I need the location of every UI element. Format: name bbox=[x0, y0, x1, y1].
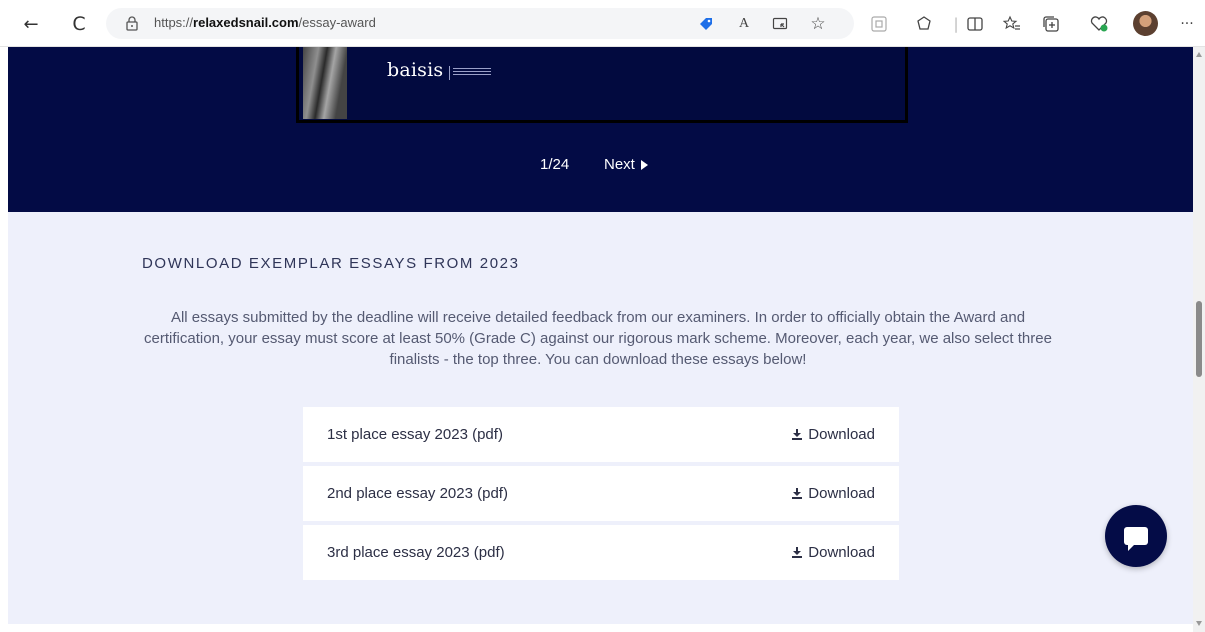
scroll-down-arrow-icon[interactable] bbox=[1196, 621, 1202, 626]
carousel-banner: baisis 1/24 Next bbox=[8, 47, 1193, 212]
carousel-slide[interactable]: baisis bbox=[296, 47, 908, 123]
download-link[interactable]: Download bbox=[792, 426, 875, 443]
extension-icon[interactable] bbox=[868, 13, 890, 35]
address-bar[interactable]: https://relaxedsnail.com/essay-award A ☆ bbox=[106, 8, 854, 39]
scroll-up-arrow-icon[interactable] bbox=[1196, 52, 1202, 57]
split-screen-icon[interactable] bbox=[964, 13, 986, 35]
slide-brand-tagline bbox=[449, 66, 497, 80]
slide-brand-logo: baisis bbox=[387, 59, 444, 81]
chat-bubble-icon bbox=[1124, 527, 1148, 551]
download-row: 2nd place essay 2023 (pdf) Download bbox=[303, 466, 899, 521]
carousel-page-count: 1/24 bbox=[540, 156, 570, 173]
download-label: Download bbox=[808, 544, 875, 561]
refresh-extension-icon[interactable] bbox=[913, 13, 935, 35]
url-prefix: https:// bbox=[154, 15, 194, 30]
download-list: 1st place essay 2023 (pdf) Download 2nd … bbox=[303, 407, 899, 584]
download-row: 3rd place essay 2023 (pdf) Download bbox=[303, 525, 899, 580]
read-aloud-icon[interactable]: A bbox=[734, 15, 754, 33]
page-scrollbar[interactable] bbox=[1193, 47, 1205, 632]
url-text[interactable]: https://relaxedsnail.com/essay-award bbox=[154, 15, 376, 30]
favorites-icon[interactable] bbox=[1001, 13, 1023, 35]
slide-photo bbox=[303, 47, 347, 119]
app-icon[interactable] bbox=[770, 15, 790, 33]
download-icon bbox=[792, 429, 803, 440]
download-icon bbox=[792, 547, 803, 558]
download-link[interactable]: Download bbox=[792, 544, 875, 561]
chat-widget-button[interactable] bbox=[1105, 505, 1167, 567]
collections-icon[interactable] bbox=[1040, 13, 1062, 35]
play-arrow-icon bbox=[640, 159, 648, 170]
more-icon[interactable]: ··· bbox=[1176, 13, 1198, 35]
section-description: All essays submitted by the deadline wil… bbox=[144, 309, 1052, 368]
browser-toolbar: ← C https://relaxedsnail.com/essay-award… bbox=[0, 0, 1205, 47]
favorite-star-icon[interactable]: ☆ bbox=[808, 14, 828, 34]
carousel-next-button[interactable]: Next bbox=[604, 156, 648, 173]
essay-label: 2nd place essay 2023 (pdf) bbox=[327, 485, 508, 502]
reload-icon[interactable]: C bbox=[66, 11, 92, 37]
page-viewport: baisis 1/24 Next DOWNLOAD EXEMPLAR ESSAY… bbox=[0, 47, 1193, 632]
download-label: Download bbox=[808, 426, 875, 443]
health-icon[interactable] bbox=[1088, 13, 1110, 35]
download-link[interactable]: Download bbox=[792, 485, 875, 502]
download-icon bbox=[792, 488, 803, 499]
download-label: Download bbox=[808, 485, 875, 502]
url-path: /essay-award bbox=[298, 15, 376, 30]
profile-avatar[interactable] bbox=[1133, 11, 1158, 36]
section-heading: DOWNLOAD EXEMPLAR ESSAYS FROM 2023 bbox=[142, 255, 520, 272]
back-arrow-icon[interactable]: ← bbox=[18, 11, 44, 37]
essay-label: 1st place essay 2023 (pdf) bbox=[327, 426, 503, 443]
download-row: 1st place essay 2023 (pdf) Download bbox=[303, 407, 899, 462]
url-domain: relaxedsnail.com bbox=[193, 15, 299, 30]
price-tag-icon[interactable] bbox=[696, 15, 716, 33]
scrollbar-thumb[interactable] bbox=[1196, 301, 1202, 377]
exemplar-essays-section: DOWNLOAD EXEMPLAR ESSAYS FROM 2023 All e… bbox=[8, 212, 1193, 624]
next-label: Next bbox=[604, 156, 635, 173]
lock-icon[interactable] bbox=[124, 15, 140, 31]
essay-label: 3rd place essay 2023 (pdf) bbox=[327, 544, 505, 561]
